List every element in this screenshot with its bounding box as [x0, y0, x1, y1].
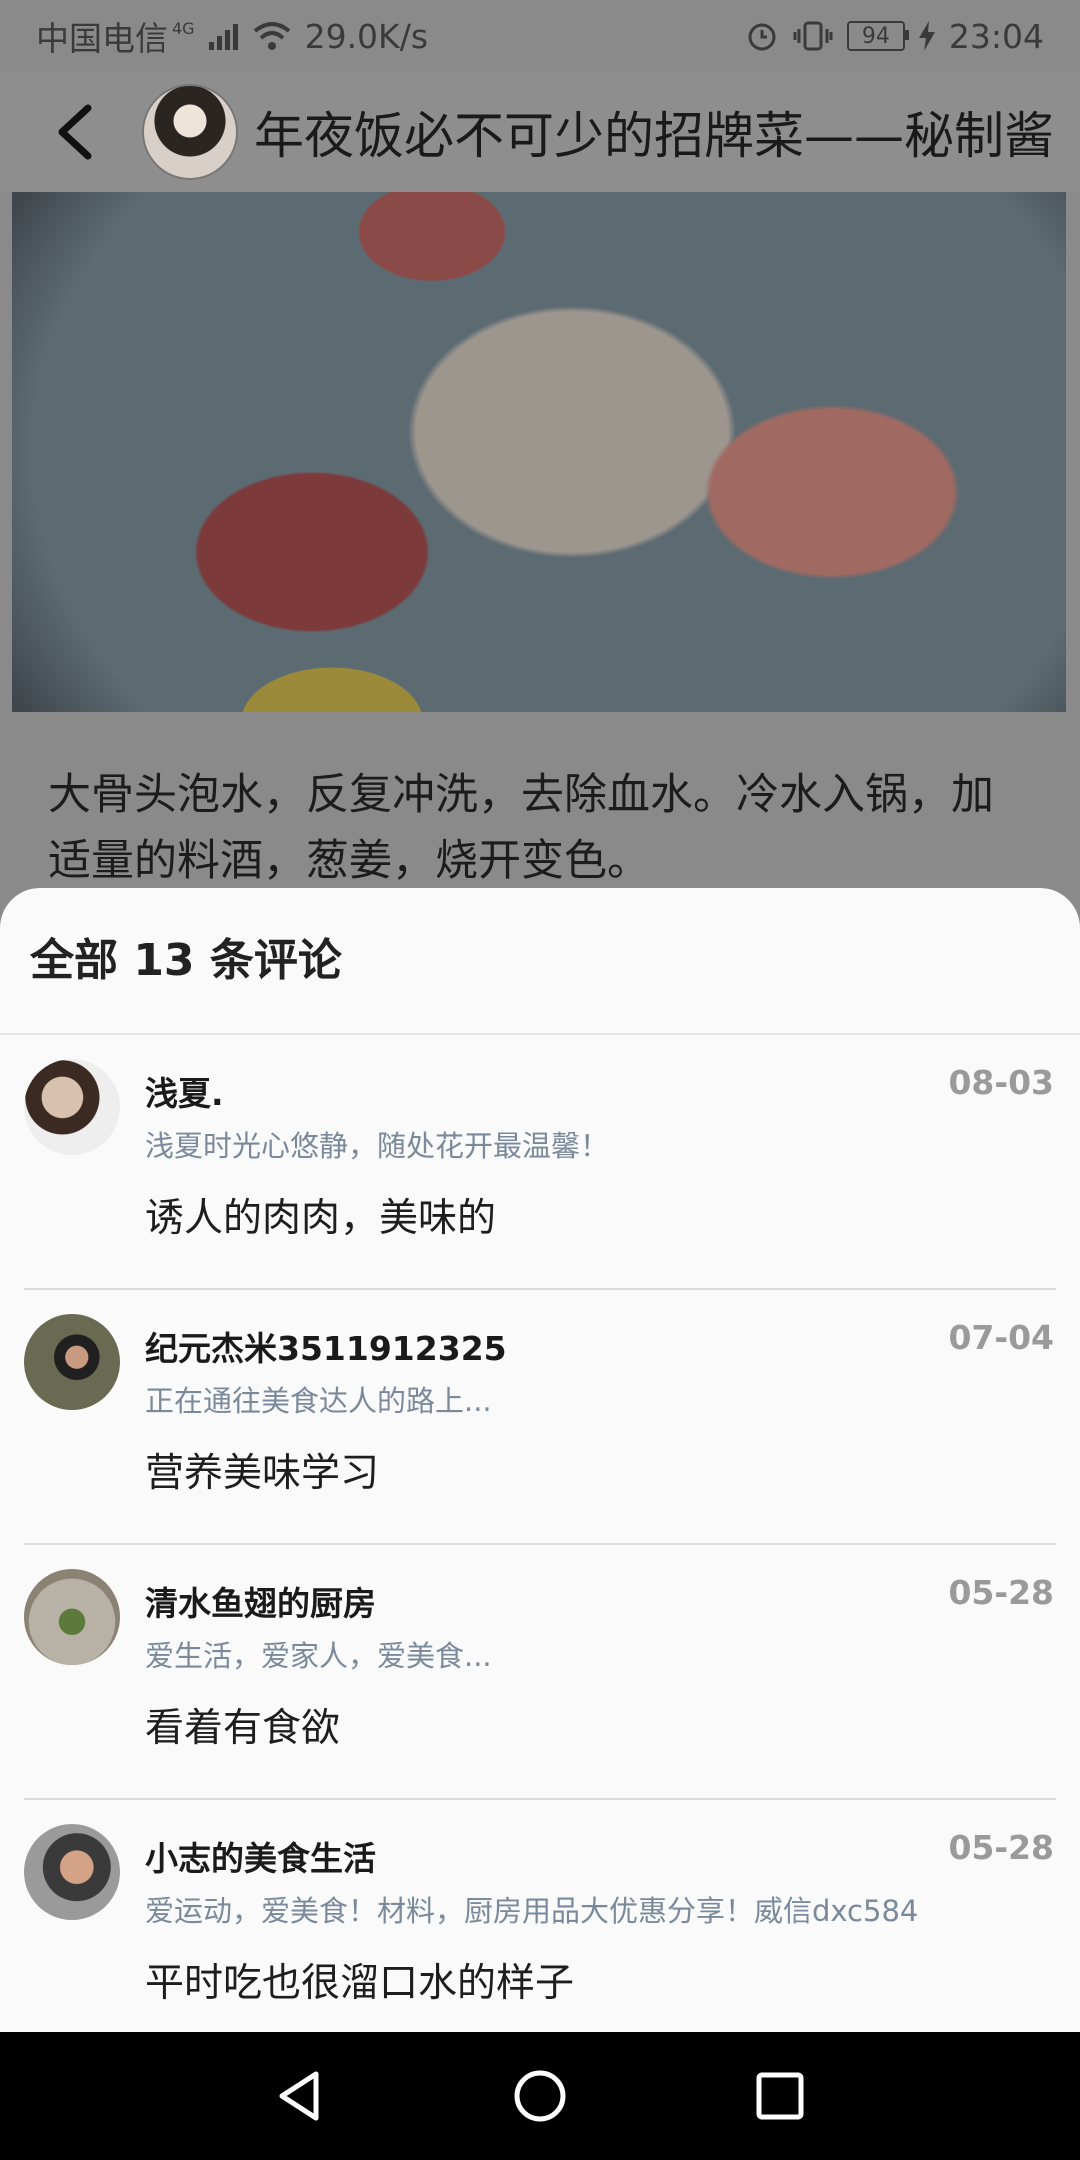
comments-title: 全部 13 条评论	[30, 935, 342, 986]
author-avatar[interactable]	[142, 84, 238, 180]
comment-date: 05-28	[948, 1573, 1054, 1612]
comment-item[interactable]: 小志的美食生活 05-28 爱运动，爱美食！材料，厨房用品大优惠分享！威信dxc…	[0, 1800, 1080, 2032]
network-speed: 29.0K/s	[304, 16, 429, 56]
author-signature: 爱运动，爱美食！材料，厨房用品大优惠分享！威信dxc584	[145, 1894, 919, 1928]
author-signature: 正在通往美食达人的路上...	[145, 1384, 492, 1418]
recipe-step-image	[12, 192, 1066, 712]
comment-text: 平时吃也很溜口水的样子	[145, 1961, 575, 2006]
recipe-header: 年夜饭必不可少的招牌菜——秘制酱	[0, 72, 1080, 192]
square-recents-icon	[756, 2072, 804, 2120]
carrier-label: 中国电信	[36, 19, 168, 58]
comment-item[interactable]: 清水鱼翅的厨房 05-28 爱生活，爱家人，爱美食... 看着有食欲	[0, 1545, 1080, 1800]
alarm-icon	[748, 23, 776, 51]
page-title: 年夜饭必不可少的招牌菜——秘制酱	[254, 107, 1054, 165]
comment-text: 看着有食欲	[145, 1706, 341, 1751]
network-type: 4G	[172, 18, 195, 38]
nav-home-button[interactable]	[505, 2061, 575, 2131]
comments-sheet: 全部 13 条评论 浅夏. 08-03 浅夏时光心悠静，随处花开最温馨！ 诱人的…	[0, 888, 1080, 2032]
comment-author[interactable]: 清水鱼翅的厨房	[145, 1577, 376, 1625]
signal-icon	[208, 24, 238, 50]
wifi-icon	[253, 22, 290, 50]
comment-author[interactable]: 小志的美食生活	[145, 1832, 376, 1880]
status-left: 中国电信 4G 29.0K/s	[36, 12, 428, 60]
comment-author[interactable]: 浅夏.	[145, 1067, 224, 1115]
nav-recents-button[interactable]	[745, 2061, 815, 2131]
status-bar: 中国电信 4G 29.0K/s 94 23:04	[0, 0, 1080, 72]
screen: 中国电信 4G 29.0K/s 94 23:04 年夜饭必不可少的招牌菜——秘制…	[0, 0, 1080, 2160]
nav-back-button[interactable]	[265, 2061, 335, 2131]
author-signature: 浅夏时光心悠静，随处花开最温馨！	[145, 1129, 610, 1163]
triangle-back-icon	[279, 2071, 319, 2121]
comment-author[interactable]: 纪元杰米3511912325	[145, 1322, 507, 1370]
comment-date: 07-04	[948, 1318, 1054, 1357]
author-signature: 爱生活，爱家人，爱美食...	[145, 1639, 492, 1673]
avatar[interactable]	[24, 1569, 120, 1665]
avatar[interactable]	[24, 1059, 120, 1155]
comment-text: 诱人的肉肉，美味的	[145, 1196, 497, 1241]
battery-indicator: 94	[846, 21, 909, 51]
system-nav-bar	[0, 2032, 1080, 2160]
comment-date: 05-28	[948, 1828, 1054, 1867]
comment-item[interactable]: 浅夏. 08-03 浅夏时光心悠静，随处花开最温馨！ 诱人的肉肉，美味的	[0, 1035, 1080, 1290]
circle-home-icon	[514, 2070, 566, 2122]
avatar[interactable]	[24, 1824, 120, 1920]
comment-item[interactable]: 纪元杰米3511912325 07-04 正在通往美食达人的路上... 营养美味…	[0, 1290, 1080, 1545]
chevron-left-icon	[58, 104, 92, 160]
vibrate-icon	[793, 21, 833, 51]
back-button[interactable]	[40, 87, 110, 177]
charging-icon	[918, 21, 935, 51]
avatar[interactable]	[24, 1314, 120, 1410]
comment-date: 08-03	[948, 1063, 1054, 1102]
step-description: 大骨头泡水，反复冲洗，去除血水。冷水入锅，加适量的料酒，葱姜，烧开变色。	[48, 770, 994, 886]
status-right: 94 23:04	[745, 17, 1044, 56]
comment-text: 营养美味学习	[145, 1451, 380, 1496]
clock: 23:04	[948, 16, 1044, 56]
